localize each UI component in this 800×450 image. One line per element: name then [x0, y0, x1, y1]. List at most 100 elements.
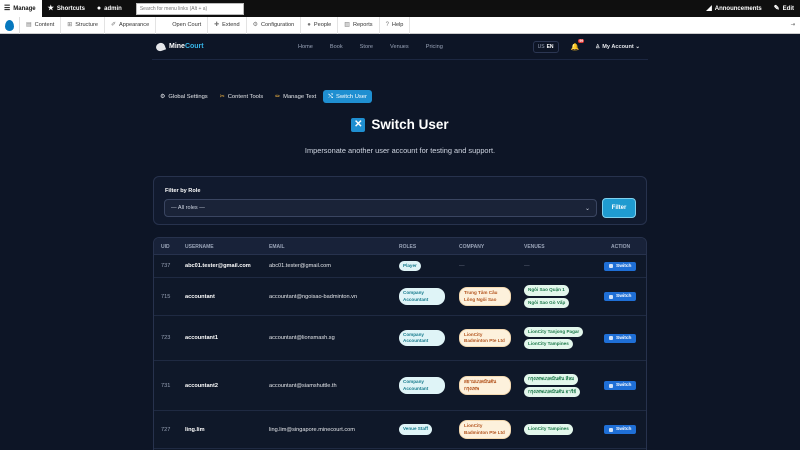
switch-icon — [609, 383, 613, 388]
page-title-text: Switch User — [371, 117, 449, 132]
switch-button[interactable]: Switch — [604, 292, 637, 301]
switch-icon — [609, 427, 613, 432]
nav-venues[interactable]: Venues — [390, 44, 409, 50]
tab-content-tools[interactable]: ✂ Content Tools — [215, 90, 268, 103]
settings-tabs: ⚙ Global Settings ✂ Content Tools ✏ Manage … — [155, 90, 374, 103]
admin-menu-content[interactable]: ▤ Content — [20, 16, 62, 34]
switch-button[interactable]: Switch — [604, 381, 637, 390]
sitemap-icon: ⊞ — [67, 22, 73, 28]
pencil-icon: ✏ — [275, 93, 281, 100]
filter-button[interactable]: Filter — [602, 198, 636, 218]
switch-icon: ⤭ — [328, 93, 334, 100]
company-cell: — — [459, 255, 465, 277]
admin-menu-label: Help — [391, 22, 404, 28]
uid-cell: 723 — [161, 335, 171, 341]
site-logo[interactable]: Mine Court — [154, 41, 204, 52]
switch-icon — [609, 294, 613, 299]
venues-cell: — — [524, 255, 530, 277]
menu-search-input[interactable]: Search for menu links (Alt + a) — [135, 2, 244, 15]
star-icon: ★ — [47, 5, 54, 12]
admin-menu-appearance[interactable]: ✐ Appearance — [105, 16, 157, 34]
chevron-down-icon: ⌄ — [584, 205, 590, 212]
shortcuts-tab[interactable]: ★ Shortcuts — [42, 0, 91, 17]
uid-cell: 737 — [161, 263, 171, 269]
switch-button[interactable]: Switch — [604, 333, 637, 343]
nav-pricing[interactable]: Pricing — [426, 44, 443, 50]
roles-cell: Company Accountant — [399, 278, 445, 315]
announcements-tab[interactable]: ◢ Announcements — [700, 0, 767, 17]
email-cell: ling.lim@singapore.minecourt.com — [269, 426, 355, 433]
company-empty: — — [459, 263, 465, 269]
email-cell: accountant@ngoisao-badminton.vn — [269, 293, 358, 300]
site-header: Mine Court Home Book Store Venues Pricing… — [152, 34, 648, 60]
switch-label: Switch — [616, 427, 632, 432]
tab-manage-text[interactable]: ✏ Manage Text — [270, 90, 321, 103]
collapse-icon[interactable]: ⇥ — [786, 22, 800, 28]
admin-menu-label: Content — [34, 22, 55, 28]
wrench-icon: ⚙ — [252, 22, 258, 28]
brush-icon: ✐ — [111, 22, 117, 28]
uid-cell: 715 — [161, 293, 171, 300]
language-selector[interactable]: US EN — [532, 40, 559, 53]
admin-menu-bar: ▤ Content ⊞ Structure ✐ Appearance Open Cou… — [0, 16, 800, 34]
nav-store[interactable]: Store — [360, 44, 373, 50]
announcements-label: Announcements — [714, 5, 762, 12]
pencil-icon: ✎ — [773, 5, 780, 12]
role-badge: Company Accountant — [399, 329, 445, 347]
nav-book[interactable]: Book — [330, 44, 343, 50]
edit-tab[interactable]: ✎ Edit — [768, 0, 800, 17]
page-subtitle: Impersonate another user account for tes… — [304, 146, 496, 155]
venue-badge: LionCity Tampines — [524, 424, 573, 435]
roles-cell: Venue Staff — [399, 411, 433, 448]
col-roles: ROLES — [399, 244, 417, 250]
admin-menu-reports[interactable]: ▥ Reports — [338, 16, 380, 34]
admin-toolbar: ☰ Manage ★ Shortcuts ● admin Search for men… — [0, 0, 800, 17]
table-row: 723 accountant1 accountant@lionsmash.sg … — [154, 316, 646, 361]
col-username: USERNAME — [185, 244, 214, 250]
company-cell: LionCity Badminton Pte Ltd — [459, 316, 511, 360]
shortcuts-label: Shortcuts — [56, 5, 85, 12]
manage-label: Manage — [13, 5, 36, 12]
filter-card: Filter by Role — All roles — ⌄ Filter — [153, 176, 647, 225]
tab-label: Global Settings — [168, 93, 208, 100]
admin-menu-people[interactable]: ● People — [301, 16, 339, 34]
manage-tab[interactable]: ☰ Manage — [0, 0, 42, 17]
tab-global-settings[interactable]: ⚙ Global Settings — [155, 90, 213, 103]
col-venues: VENUES — [524, 244, 545, 250]
tab-switch-user[interactable]: ⤭ Switch User — [323, 90, 372, 103]
table-row: 737 abc01.tester@gmail.com abc01.tester@… — [154, 255, 646, 278]
switch-button[interactable]: Switch — [604, 261, 637, 271]
email-cell: abc01.tester@gmail.com — [269, 263, 331, 269]
username-cell: accountant2 — [185, 382, 218, 389]
drupal-logo-icon[interactable] — [0, 16, 20, 34]
roles-cell: Company Accountant — [399, 316, 445, 360]
action-cell: Switch — [604, 278, 637, 315]
action-cell: Switch — [604, 316, 637, 360]
user-tab[interactable]: ● admin — [91, 0, 128, 17]
company-cell: Trung Tâm Cầu Lông Ngôi Sao — [459, 278, 511, 315]
admin-menu-configuration[interactable]: ⚙ Configuration — [247, 16, 302, 34]
venues-cell: Ngôi Sao Quận 1 Ngôi Sao Gò Vấp — [524, 278, 570, 315]
company-cell: LionCity Badminton Pte Ltd — [459, 411, 511, 448]
brand-name-accent: Court — [184, 43, 204, 50]
table-row: 731 accountant2 accountant@siamshuttle.t… — [154, 361, 646, 411]
venue-badge: Ngôi Sao Quận 1 — [524, 285, 569, 296]
role-select[interactable]: — All roles — ⌄ — [164, 199, 597, 217]
role-badge: Company Accountant — [399, 377, 445, 394]
table-header: UID USERNAME EMAIL ROLES COMPANY VENUES … — [154, 238, 646, 255]
uid-cell: 731 — [161, 382, 171, 389]
venues-cell: LionCity Tanjong Pagar LionCity Tampines — [524, 316, 584, 360]
table-row: 727 ling.lim ling.lim@singapore.minecour… — [154, 411, 646, 449]
admin-menu-structure[interactable]: ⊞ Structure — [61, 16, 105, 34]
switch-button[interactable]: Switch — [604, 425, 637, 434]
venue-badge: LionCity Tampines — [524, 339, 573, 350]
nav-home[interactable]: Home — [298, 44, 313, 50]
users-table: UID USERNAME EMAIL ROLES COMPANY VENUES … — [153, 237, 647, 450]
switch-label: Switch — [616, 263, 632, 269]
admin-menu-extend[interactable]: ✚ Extend — [208, 16, 247, 34]
company-badge: Trung Tâm Cầu Lông Ngôi Sao — [459, 287, 511, 306]
notification-bell-icon[interactable]: 🔔 99 — [571, 38, 585, 51]
my-account-menu[interactable]: ♙ My Account ⌄ — [595, 44, 640, 50]
admin-menu-open-court[interactable]: Open Court — [156, 16, 209, 34]
admin-menu-help[interactable]: ? Help — [380, 16, 411, 34]
